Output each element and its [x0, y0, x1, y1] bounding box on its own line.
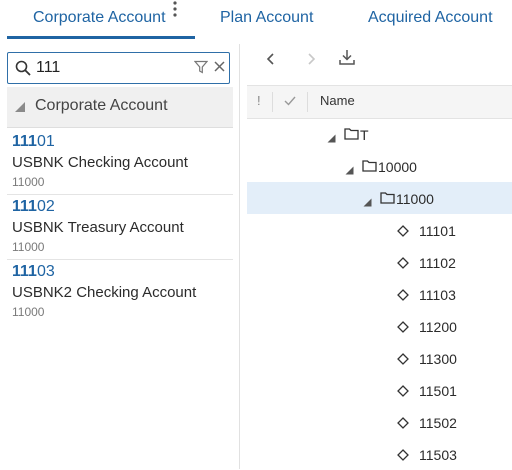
account-code: 11102: [12, 198, 55, 216]
tree-row[interactable]: 11200: [247, 310, 512, 342]
account-tree: T 10000 11000 11101 11102 11103 11200 11300 1150…: [247, 118, 512, 470]
tree-row[interactable]: 11101: [247, 214, 512, 246]
diamond-leaf-icon: [397, 384, 409, 402]
tree-node-label: 11503: [419, 447, 457, 463]
column-divider: [307, 92, 308, 112]
results-group-header[interactable]: Corporate Account: [7, 87, 233, 128]
tree-row[interactable]: 11000: [247, 182, 512, 214]
export-button[interactable]: [334, 46, 360, 76]
tree-node-label: 11103: [419, 287, 456, 303]
tree-row[interactable]: 11300: [247, 342, 512, 374]
checkmark-icon[interactable]: [283, 94, 297, 112]
tree-node-label: 11200: [419, 319, 457, 335]
tree-node-label: 11300: [419, 351, 457, 367]
tree-node-label: 11000: [396, 191, 434, 207]
search-icon: [14, 59, 32, 82]
triangle-expanded-icon: [14, 100, 26, 118]
filter-icon[interactable]: [193, 60, 209, 79]
tree-node-label: 11501: [419, 383, 457, 399]
account-code: 11101: [12, 133, 55, 151]
tab-corporate-account[interactable]: Corporate Account: [7, 0, 195, 39]
tree-row[interactable]: 11501: [247, 374, 512, 406]
list-item[interactable]: 11103 USBNK2 Checking Account 11000: [7, 260, 233, 324]
diamond-leaf-icon: [397, 288, 409, 306]
account-parent: 11000: [12, 175, 45, 189]
chevron-right-icon: [308, 53, 316, 65]
close-icon[interactable]: [213, 60, 226, 78]
column-name-header[interactable]: Name: [320, 93, 355, 108]
tree-node-label: T: [360, 127, 369, 143]
diamond-leaf-icon: [397, 224, 409, 242]
next-button[interactable]: [298, 46, 324, 76]
diamond-leaf-icon: [397, 352, 409, 370]
folder-icon: [344, 127, 359, 145]
tree-node-label: 11102: [419, 255, 456, 271]
tab-label: Corporate Account: [33, 9, 166, 26]
account-name: USBNK Checking Account: [12, 154, 188, 171]
column-divider: [272, 92, 273, 112]
list-item[interactable]: 11102 USBNK Treasury Account 11000: [7, 195, 233, 260]
tab-label: Acquired Account: [368, 9, 493, 26]
list-item[interactable]: 11101 USBNK Checking Account 11000: [7, 130, 233, 195]
diamond-leaf-icon: [397, 448, 409, 466]
account-code: 11103: [12, 263, 55, 281]
account-parent: 11000: [12, 305, 45, 319]
panel-divider[interactable]: [239, 44, 240, 469]
folder-icon: [380, 191, 395, 209]
account-parent: 11000: [12, 240, 45, 254]
tree-row[interactable]: 11502: [247, 406, 512, 438]
code-rest: 03: [36, 263, 55, 280]
tree-node-label: 11101: [419, 223, 456, 239]
account-name: USBNK2 Checking Account: [12, 284, 197, 301]
more-vertical-icon[interactable]: [172, 0, 178, 23]
tab-plan-account[interactable]: Plan Account: [220, 0, 313, 36]
search-input[interactable]: [36, 58, 186, 78]
diamond-leaf-icon: [397, 320, 409, 338]
tree-row[interactable]: 11503: [247, 438, 512, 470]
tree-node-label: 11502: [419, 415, 457, 431]
triangle-expanded-icon[interactable]: [345, 162, 354, 180]
tree-row[interactable]: 10000: [247, 150, 512, 182]
previous-button[interactable]: [258, 46, 284, 76]
search-box: [7, 52, 230, 84]
results-group-title: Corporate Account: [35, 97, 168, 114]
code-rest: 02: [36, 198, 55, 215]
diamond-leaf-icon: [397, 416, 409, 434]
diamond-leaf-icon: [397, 256, 409, 274]
code-rest: 01: [36, 133, 55, 150]
tree-row[interactable]: T: [247, 118, 512, 150]
match-highlight: 111: [12, 133, 37, 150]
match-highlight: 111: [12, 198, 37, 215]
match-highlight: 111: [12, 263, 37, 280]
tree-row[interactable]: 11103: [247, 278, 512, 310]
search-results-list: 11101 USBNK Checking Account 11000 11102…: [7, 130, 233, 324]
tab-label: Plan Account: [220, 9, 314, 26]
grid-header: ! Name: [247, 85, 512, 119]
download-icon: [339, 50, 355, 65]
tab-acquired-account[interactable]: Acquired Account: [368, 0, 493, 36]
folder-icon: [362, 159, 377, 177]
tab-bar: Corporate Account Plan Account Acquired …: [0, 0, 512, 39]
triangle-expanded-icon[interactable]: [327, 130, 336, 148]
tree-row[interactable]: 11102: [247, 246, 512, 278]
chevron-left-icon: [266, 53, 274, 65]
triangle-expanded-icon[interactable]: [363, 194, 372, 212]
column-status-header[interactable]: !: [257, 93, 261, 108]
tree-node-label: 10000: [378, 159, 417, 175]
account-name: USBNK Treasury Account: [12, 219, 184, 236]
